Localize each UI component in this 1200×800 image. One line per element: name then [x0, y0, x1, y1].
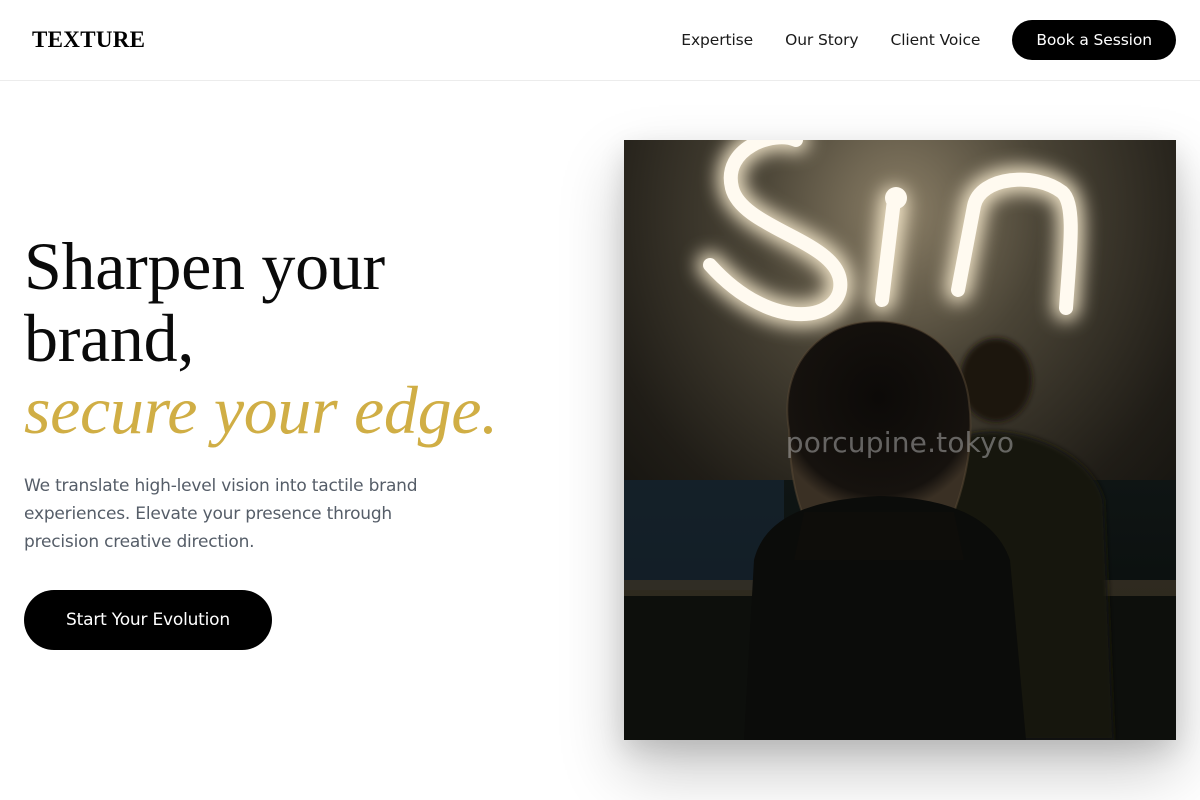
nav-link-our-story[interactable]: Our Story: [785, 20, 858, 60]
logo[interactable]: TEXTURE: [32, 27, 145, 53]
main-nav: Expertise Our Story Client Voice Book a …: [681, 20, 1176, 60]
hero-photo: porcupine.tokyo: [624, 140, 1176, 740]
hero-subtext: We translate high-level vision into tact…: [24, 476, 418, 552]
book-session-button[interactable]: Book a Session: [1012, 20, 1176, 60]
headline-line-1: Sharpen your: [24, 228, 385, 304]
headline-line-2: brand,: [24, 300, 195, 376]
start-evolution-button[interactable]: Start Your Evolution: [24, 590, 272, 650]
watermark-text: porcupine.tokyo: [785, 426, 1015, 459]
nav-link-client-voice[interactable]: Client Voice: [890, 20, 980, 60]
nav-link-expertise[interactable]: Expertise: [681, 20, 753, 60]
headline-accent: secure your edge.: [24, 372, 498, 448]
site-header: TEXTURE Expertise Our Story Client Voice…: [0, 0, 1200, 81]
hero-headline: Sharpen your brand, secure your edge.: [24, 230, 584, 446]
hero-content: Sharpen your brand, secure your edge. We…: [24, 230, 584, 650]
